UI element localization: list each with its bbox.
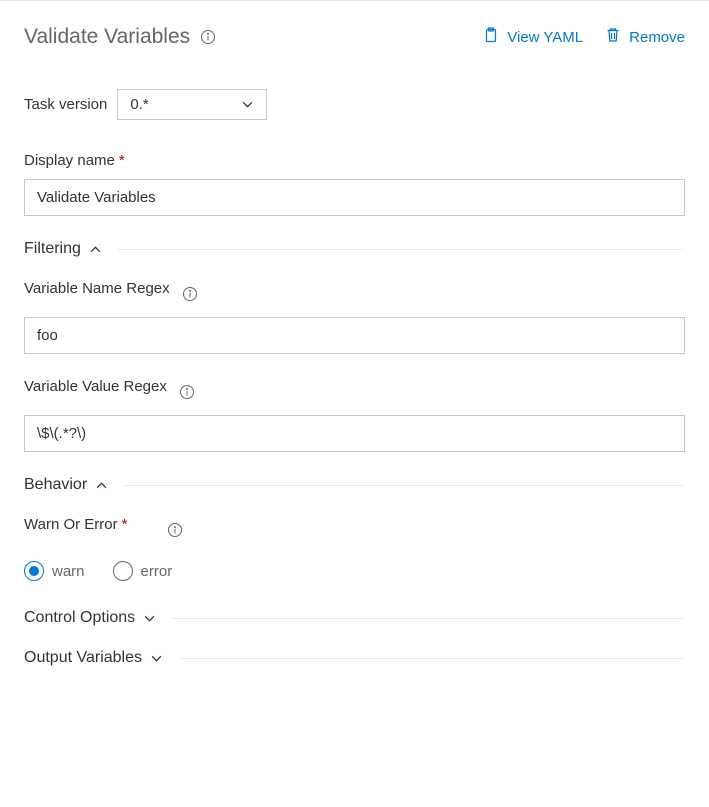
task-version-select[interactable]: 0.*	[117, 89, 267, 120]
var-value-regex-label: Variable Value Regex	[24, 378, 167, 395]
task-version-value: 0.*	[130, 96, 148, 113]
var-value-regex-input[interactable]	[24, 415, 685, 452]
filtering-title: Filtering	[24, 240, 81, 258]
behavior-section-toggle[interactable]: Behavior	[24, 476, 685, 494]
task-header: Validate Variables View YAML Remove	[24, 25, 685, 49]
trash-icon	[605, 27, 621, 47]
var-value-regex-field: Variable Value Regex	[24, 378, 685, 452]
var-name-regex-input[interactable]	[24, 317, 685, 354]
chevron-up-icon	[89, 243, 102, 256]
info-icon[interactable]	[167, 522, 183, 538]
display-name-input[interactable]	[24, 179, 685, 216]
divider	[172, 618, 685, 619]
radio-icon	[113, 561, 133, 581]
header-actions: View YAML Remove	[483, 27, 685, 47]
display-name-label: Display name*	[24, 152, 685, 169]
info-icon[interactable]	[179, 384, 195, 400]
warn-or-error-label: Warn Or Error*	[24, 516, 127, 533]
var-name-regex-field: Variable Name Regex	[24, 280, 685, 354]
task-version-field: Task version 0.*	[24, 89, 685, 120]
chevron-up-icon	[95, 479, 108, 492]
divider	[179, 658, 685, 659]
view-yaml-label: View YAML	[507, 29, 583, 46]
behavior-title: Behavior	[24, 476, 87, 494]
view-yaml-button[interactable]: View YAML	[483, 27, 583, 47]
warn-radio[interactable]: warn	[24, 561, 85, 581]
required-marker: *	[122, 516, 128, 533]
error-radio-label: error	[141, 563, 173, 580]
title-group: Validate Variables	[24, 25, 216, 49]
warn-radio-label: warn	[52, 563, 85, 580]
control-options-section-toggle[interactable]: Control Options	[24, 609, 685, 627]
warn-or-error-radio-group: warn error	[24, 561, 685, 581]
warn-or-error-field: Warn Or Error* warn error	[24, 516, 685, 581]
filtering-section-toggle[interactable]: Filtering	[24, 240, 685, 258]
output-variables-section-toggle[interactable]: Output Variables	[24, 649, 685, 667]
divider	[118, 249, 685, 250]
control-options-title: Control Options	[24, 609, 135, 627]
chevron-down-icon	[143, 612, 156, 625]
var-name-regex-label: Variable Name Regex	[24, 280, 170, 297]
output-variables-title: Output Variables	[24, 649, 142, 667]
radio-icon	[24, 561, 44, 581]
chevron-down-icon	[150, 652, 163, 665]
info-icon[interactable]	[200, 29, 216, 45]
chevron-down-icon	[241, 98, 254, 111]
error-radio[interactable]: error	[113, 561, 173, 581]
info-icon[interactable]	[182, 286, 198, 302]
task-version-label: Task version	[24, 96, 107, 113]
display-name-field: Display name*	[24, 152, 685, 216]
remove-button[interactable]: Remove	[605, 27, 685, 47]
remove-label: Remove	[629, 29, 685, 46]
divider	[124, 485, 685, 486]
page-title: Validate Variables	[24, 25, 190, 49]
clipboard-icon	[483, 27, 499, 47]
required-marker: *	[119, 152, 125, 169]
